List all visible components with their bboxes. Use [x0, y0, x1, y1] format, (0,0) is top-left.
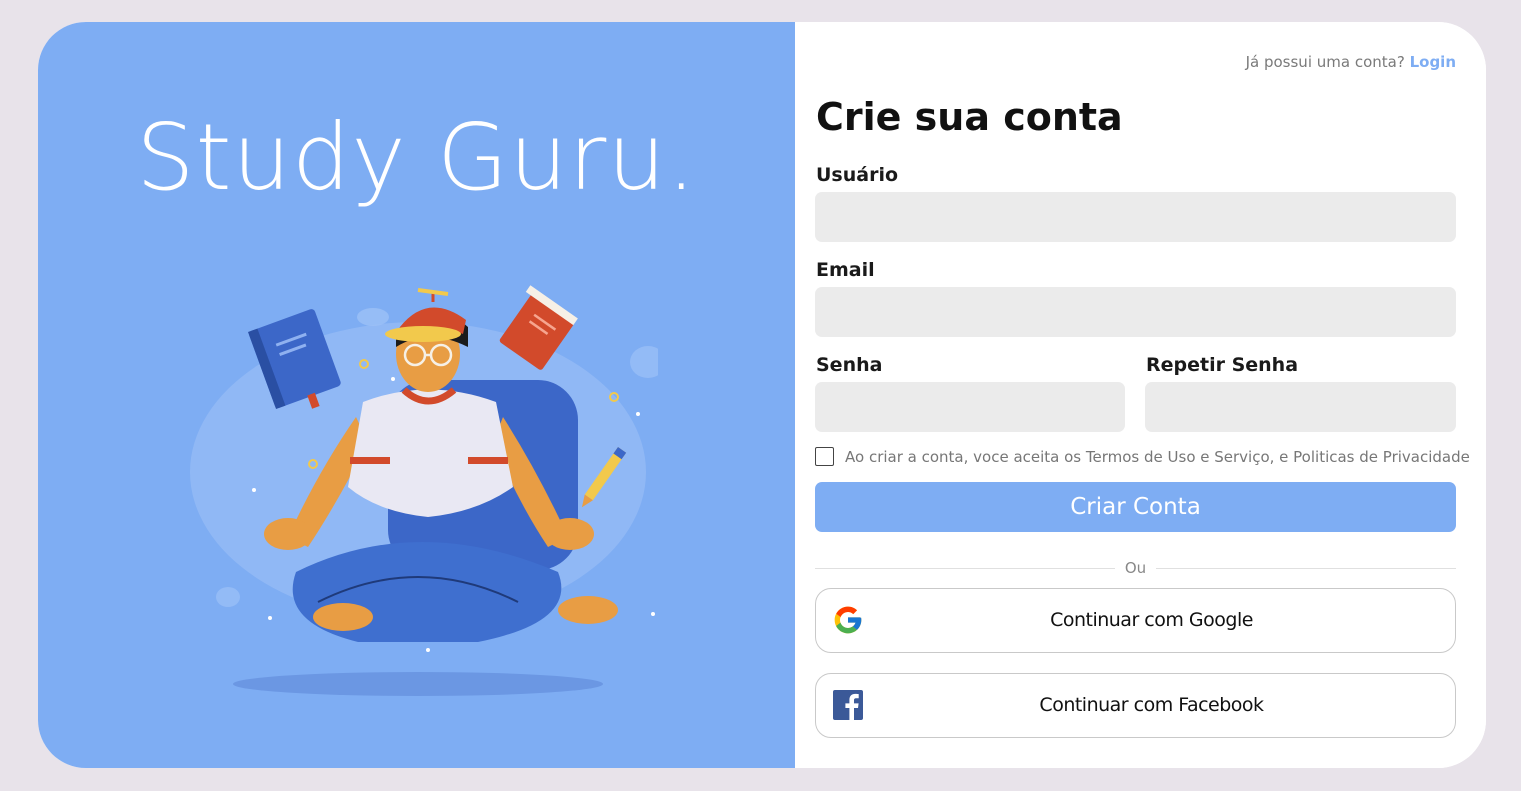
- facebook-login-label: Continuar com Facebook: [1039, 694, 1264, 716]
- password-field[interactable]: [815, 382, 1125, 432]
- or-label: Ou: [1124, 559, 1147, 577]
- username-label: Usuário: [816, 164, 899, 186]
- facebook-login-button[interactable]: Continuar com Facebook: [815, 673, 1456, 738]
- brand-title: Study Guru.: [136, 104, 697, 211]
- login-prompt: Já possui uma conta? Login: [1246, 53, 1456, 71]
- username-field[interactable]: [815, 192, 1456, 242]
- terms-row: Ao criar a conta, voce aceita os Termos …: [815, 447, 1470, 466]
- page-title: Crie sua conta: [816, 95, 1123, 139]
- signup-card: Study Guru. Já possui uma conta? Login C…: [38, 22, 1486, 768]
- has-account-text: Já possui uma conta?: [1245, 53, 1405, 71]
- email-field[interactable]: [815, 287, 1456, 337]
- create-account-button[interactable]: Criar Conta: [815, 482, 1456, 532]
- signup-form-panel: Já possui uma conta? Login Crie sua cont…: [795, 22, 1486, 768]
- brand-panel: Study Guru.: [38, 22, 795, 768]
- meditating-student-illustration: [190, 285, 658, 696]
- terms-text: Ao criar a conta, voce aceita os Termos …: [845, 447, 1470, 466]
- repeat-password-field[interactable]: [1145, 382, 1456, 432]
- password-label: Senha: [816, 354, 883, 376]
- or-divider: Ou: [815, 558, 1456, 578]
- login-link[interactable]: Login: [1410, 53, 1456, 71]
- email-label: Email: [816, 259, 875, 281]
- google-login-button[interactable]: Continuar com Google: [815, 588, 1456, 653]
- google-login-label: Continuar com Google: [1050, 609, 1253, 631]
- terms-checkbox[interactable]: [815, 447, 834, 466]
- repeat-password-label: Repetir Senha: [1146, 354, 1299, 376]
